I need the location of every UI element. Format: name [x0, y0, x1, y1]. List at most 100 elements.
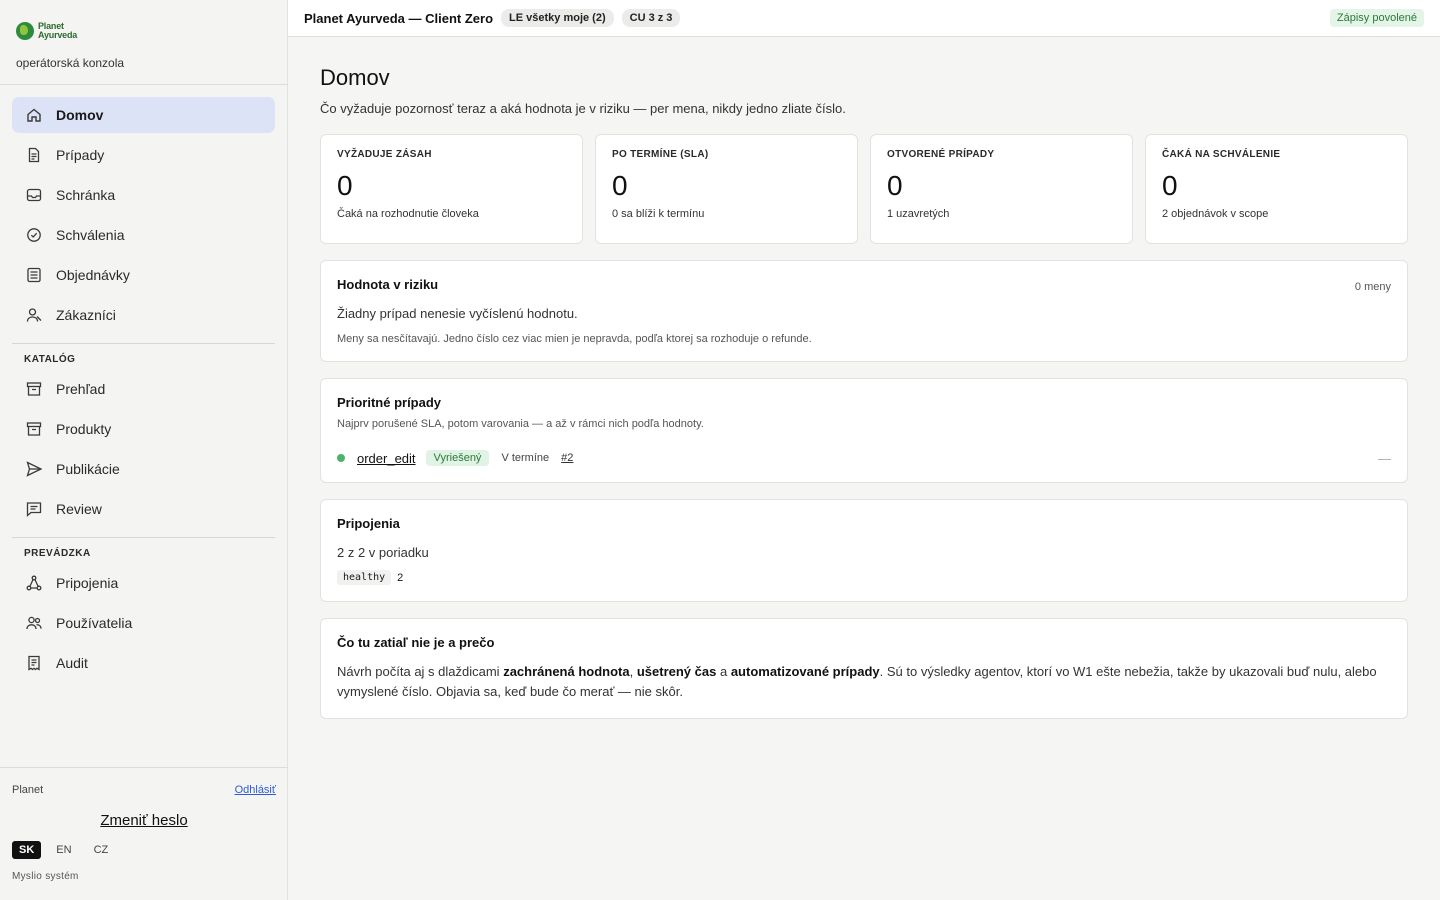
kpi-note: 1 uzavretých: [887, 208, 950, 220]
channel-unit-pill[interactable]: CU 3 z 3: [621, 9, 681, 27]
lang-en-button[interactable]: EN: [49, 841, 78, 859]
sidebar-item-pouzivatelia[interactable]: Používatelia: [12, 605, 275, 641]
sidebar-item-label: Review: [56, 501, 102, 517]
risk-note: Meny sa nesčítavajú. Jedno číslo cez via…: [337, 333, 812, 345]
health-tag: healthy: [337, 570, 392, 585]
section-ops-title: PREVÁDZKA: [24, 548, 91, 559]
priority-cases-card: Prioritné prípady Najprv porušené SLA, p…: [320, 378, 1408, 483]
card-title: Prioritné prípady: [337, 395, 442, 410]
missing-explanation: Návrh počíta aj s dlaždicami zachránená …: [337, 664, 1377, 699]
sidebar: Planet Ayurveda operátorská konzola Domo…: [0, 0, 288, 900]
sidebar-item-publikacie[interactable]: Publikácie: [12, 451, 275, 487]
console-subtitle: operátorská konzola: [16, 56, 125, 70]
value-at-risk-card: Hodnota v riziku 0 meny Žiadny prípad ne…: [320, 260, 1408, 362]
connection-health: healthy 2: [337, 570, 403, 585]
kpi-label: OTVORENÉ PRÍPADY: [887, 149, 995, 160]
sidebar-item-label: Zákazníci: [56, 307, 116, 323]
kpi-value: 0: [337, 170, 353, 201]
made-by: Myslio systém: [12, 871, 79, 882]
page-subtitle: Čo vyžaduje pozornosť teraz a aká hodnot…: [320, 101, 846, 116]
top-bar: Planet Ayurveda — Client Zero LE všetky …: [288, 0, 1440, 37]
kpi-label: PO TERMÍNE (SLA): [612, 149, 709, 160]
sidebar-item-schranka[interactable]: Schránka: [12, 177, 275, 213]
sidebar-item-label: Používatelia: [56, 615, 133, 631]
sidebar-item-label: Prípady: [56, 147, 105, 163]
kpi-card-needs-action[interactable]: VYŽADUJE ZÁSAH 0 Čaká na rozhodnutie člo…: [320, 134, 583, 244]
globe-icon: [16, 22, 34, 40]
kpi-note: 0 sa blíži k termínu: [612, 208, 705, 220]
inbox-icon: [26, 187, 42, 203]
sidebar-item-audit[interactable]: Audit: [12, 645, 275, 681]
status-badge: Vyriešený: [425, 450, 490, 466]
receipt-icon: [26, 655, 42, 671]
health-count: 2: [397, 571, 404, 584]
brand: Planet Ayurveda operátorská konzola: [0, 0, 287, 85]
main-content: Domov Čo vyžaduje pozornosť teraz a aká …: [320, 37, 1408, 719]
archive-icon: [26, 381, 42, 397]
kpi-row: VYŽADUJE ZÁSAH 0 Čaká na rozhodnutie člo…: [320, 134, 1408, 244]
status-dot-icon: [337, 454, 345, 462]
kpi-card-open-cases[interactable]: OTVORENÉ PRÍPADY 0 1 uzavretých: [870, 134, 1133, 244]
list-icon: [26, 267, 42, 283]
kpi-card-overdue[interactable]: PO TERMÍNE (SLA) 0 0 sa blíži k termínu: [595, 134, 858, 244]
planet-ayurveda-logo[interactable]: Planet Ayurveda: [16, 20, 271, 42]
user-icon: [26, 307, 42, 323]
kpi-card-awaiting-approval[interactable]: ČAKÁ NA SCHVÁLENIE 0 2 objednávok v scop…: [1145, 134, 1408, 244]
archive-icon: [26, 421, 42, 437]
write-status-badge: Zápisy povolené: [1329, 9, 1424, 27]
check-badge-icon: [26, 227, 42, 243]
kpi-label: ČAKÁ NA SCHVÁLENIE: [1162, 149, 1281, 160]
logout-link[interactable]: Odhlásiť: [235, 784, 276, 796]
sidebar-item-prehlad[interactable]: Prehľad: [12, 371, 275, 407]
lang-sk-button[interactable]: SK: [12, 841, 42, 859]
language-switcher: SK EN CZ: [12, 841, 276, 859]
home-icon: [26, 107, 42, 123]
send-icon: [26, 461, 42, 477]
kpi-value: 0: [612, 170, 628, 201]
sidebar-item-label: Objednávky: [56, 267, 130, 283]
sidebar-item-label: Domov: [56, 107, 104, 123]
kpi-note: Čaká na rozhodnutie človeka: [337, 208, 479, 220]
section-catalog-title: KATALÓG: [24, 354, 76, 365]
sidebar-item-label: Publikácie: [56, 461, 120, 477]
change-password-link[interactable]: Zmeniť heslo: [12, 812, 276, 829]
current-user: Planet: [12, 784, 44, 796]
sidebar-item-produkty[interactable]: Produkty: [12, 411, 275, 447]
case-link[interactable]: order_edit: [357, 451, 416, 466]
card-title: Hodnota v riziku: [337, 277, 439, 292]
sidebar-item-label: Schválenia: [56, 227, 125, 243]
sidebar-item-review[interactable]: Review: [12, 491, 275, 527]
page-title: Domov: [320, 65, 390, 90]
sidebar-item-label: Audit: [56, 655, 88, 671]
sidebar-item-label: Pripojenia: [56, 575, 119, 591]
kpi-note: 2 objednávok v scope: [1162, 208, 1269, 220]
kpi-value: 0: [1162, 170, 1178, 201]
users-icon: [26, 615, 42, 631]
connections-card: Pripojenia 2 z 2 v poriadku healthy 2: [320, 499, 1408, 602]
lang-cz-button[interactable]: CZ: [87, 841, 116, 859]
workspace-title: Planet Ayurveda — Client Zero: [304, 10, 494, 26]
list-item: order_edit Vyriešený V termíne #2 —: [337, 450, 1391, 466]
sidebar-item-label: Produkty: [56, 421, 112, 437]
kpi-value: 0: [887, 170, 903, 201]
sidebar-item-schvalenia[interactable]: Schválenia: [12, 217, 275, 253]
connections-summary: 2 z 2 v poriadku: [337, 545, 429, 560]
card-subtitle: Najprv porušené SLA, potom varovania — a…: [337, 418, 704, 430]
divider: [12, 537, 275, 538]
chat-icon: [26, 501, 42, 517]
sidebar-item-objednavky[interactable]: Objednávky: [12, 257, 275, 293]
sidebar-item-domov[interactable]: Domov: [12, 97, 275, 133]
legal-entity-pill[interactable]: LE všetky moje (2): [501, 9, 614, 27]
main-nav: Domov Prípady Schránka Schválenia Objedn…: [0, 85, 287, 681]
network-icon: [26, 575, 42, 591]
sidebar-footer: Planet Odhlásiť Zmeniť heslo SK EN CZ My…: [0, 767, 288, 900]
sidebar-item-pripady[interactable]: Prípady: [12, 137, 275, 173]
risk-text: Žiadny prípad nenesie vyčíslenú hodnotu.: [337, 306, 578, 321]
case-number-link[interactable]: #2: [561, 452, 573, 464]
sidebar-item-zakaznici[interactable]: Zákazníci: [12, 297, 275, 333]
logo-line-2: Ayurveda: [38, 30, 78, 40]
sla-status: V termíne: [501, 452, 550, 464]
missing-features-card: Čo tu zatiaľ nie je a prečo Návrh počíta…: [320, 618, 1408, 719]
sidebar-item-pripojenia[interactable]: Pripojenia: [12, 565, 275, 601]
sidebar-item-label: Schránka: [56, 187, 116, 203]
